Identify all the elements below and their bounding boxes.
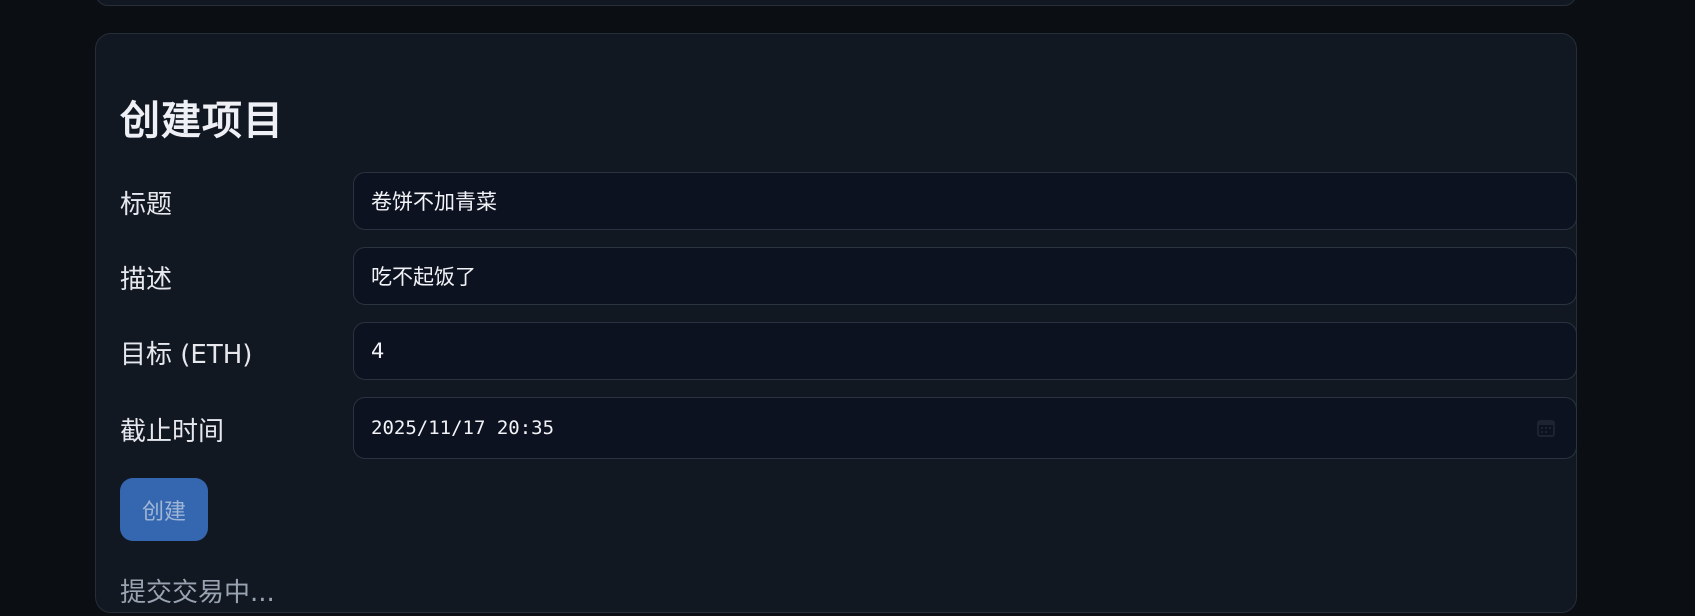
status-text: 提交交易中... — [120, 578, 275, 608]
goal-row: 目标 (ETH) 4 — [120, 322, 1577, 380]
calendar-icon[interactable] — [1536, 418, 1556, 438]
goal-input[interactable]: 4 — [353, 322, 1577, 380]
deadline-input[interactable]: 2025/11/17 20:35 — [353, 397, 1577, 459]
deadline-input-value: 2025/11/17 20:35 — [371, 417, 555, 439]
goal-input-value: 4 — [371, 339, 385, 363]
create-button[interactable]: 创建 — [120, 478, 208, 541]
create-project-card: 创建项目 标题 卷饼不加青菜 描述 吃不起饭了 目标 (ETH) 4 截止时间 … — [95, 33, 1577, 613]
title-row: 标题 卷饼不加青菜 — [120, 172, 1577, 230]
deadline-row: 截止时间 2025/11/17 20:35 — [120, 397, 1577, 459]
description-row: 描述 吃不起饭了 — [120, 247, 1577, 305]
previous-card — [95, 0, 1577, 6]
deadline-label: 截止时间 — [120, 417, 225, 447]
title-label: 标题 — [120, 190, 173, 220]
goal-label: 目标 (ETH) — [120, 340, 253, 370]
description-input-value: 吃不起饭了 — [371, 265, 476, 289]
title-input-value: 卷饼不加青菜 — [371, 190, 497, 214]
page-title: 创建项目 — [120, 98, 284, 144]
title-input[interactable]: 卷饼不加青菜 — [353, 172, 1577, 230]
description-label: 描述 — [120, 265, 173, 295]
description-input[interactable]: 吃不起饭了 — [353, 247, 1577, 305]
